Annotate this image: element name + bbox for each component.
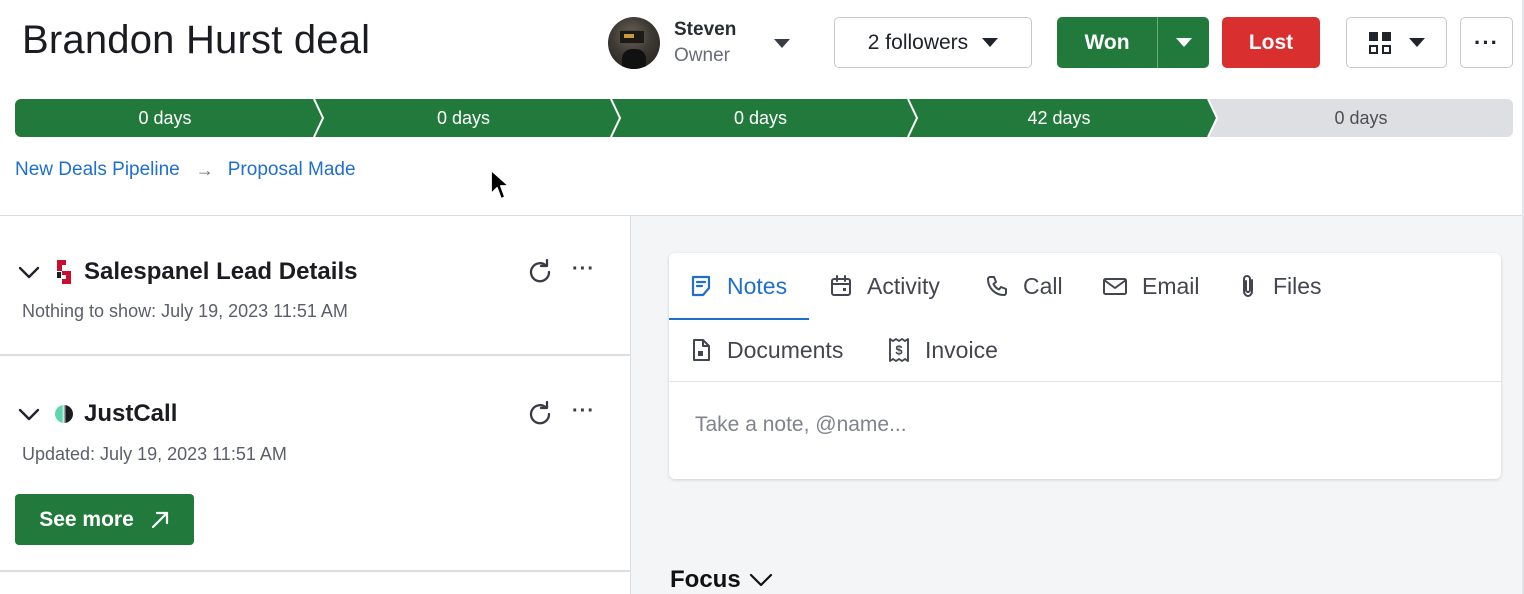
sidebar-panel: Salespanel Lead Details Nothing to show:… [0, 216, 630, 594]
section-more-button[interactable]: ··· [572, 258, 595, 281]
mouse-cursor-icon [490, 169, 510, 200]
won-button[interactable]: Won [1057, 31, 1157, 55]
pipeline-stages: 0 days 0 days 0 days 42 days 0 days [15, 99, 1513, 137]
tab-label: Notes [727, 272, 788, 299]
caret-down-icon [1408, 38, 1425, 47]
pipeline-stage-3[interactable]: 0 days [612, 99, 909, 137]
section-title: JustCall [84, 400, 178, 427]
breadcrumb-stage-link[interactable]: Proposal Made [228, 159, 356, 181]
tab-notes[interactable]: Notes [669, 253, 809, 320]
pipeline-stage-5[interactable]: 0 days [1209, 99, 1513, 137]
invoice-icon: $ [889, 338, 909, 362]
main-panel: Notes Activity Call Email Files Document… [630, 216, 1524, 594]
pipeline-stage-4[interactable]: 42 days [909, 99, 1209, 137]
chevron-down-icon [749, 573, 772, 587]
chevron-down-icon[interactable] [18, 261, 40, 283]
document-icon [693, 339, 710, 361]
see-more-label: See more [39, 507, 134, 531]
breadcrumb: New Deals Pipeline → Proposal Made [15, 159, 356, 181]
section-title: Salespanel Lead Details [84, 258, 358, 285]
caret-down-icon[interactable] [774, 38, 791, 48]
won-dropdown-button[interactable] [1158, 38, 1209, 47]
pipeline-stage-1[interactable]: 0 days [15, 99, 315, 137]
tab-activity[interactable]: Activity [829, 253, 940, 319]
refresh-icon[interactable] [526, 400, 554, 428]
tab-files[interactable]: Files [1237, 253, 1322, 319]
tab-call[interactable]: Call [985, 253, 1063, 319]
view-switcher-button[interactable] [1346, 17, 1447, 68]
focus-toggle[interactable]: Focus [670, 566, 773, 594]
note-input[interactable] [695, 413, 1475, 437]
section-divider [0, 354, 630, 356]
stage-separator-icon [1205, 99, 1219, 137]
composer-divider [669, 381, 1501, 382]
tab-label: Call [1023, 272, 1063, 299]
stage-separator-icon [311, 99, 325, 137]
breadcrumb-pipeline-link[interactable]: New Deals Pipeline [15, 159, 180, 181]
owner-name: Steven [674, 19, 737, 41]
owner-role: Owner [674, 45, 730, 66]
tab-label: Activity [867, 272, 940, 299]
notes-icon [691, 275, 711, 297]
salespanel-logo-icon [57, 260, 71, 284]
section-more-button[interactable]: ··· [572, 400, 595, 423]
arrow-right-icon: → [195, 159, 214, 180]
stage-separator-icon [905, 99, 919, 137]
tab-email[interactable]: Email [1102, 253, 1200, 319]
pipeline-stage-2[interactable]: 0 days [315, 99, 612, 137]
calendar-icon [831, 275, 851, 296]
focus-label: Focus [670, 566, 741, 593]
svg-text:$: $ [895, 343, 903, 358]
tab-label: Email [1142, 272, 1200, 299]
followers-button[interactable]: 2 followers [834, 17, 1032, 68]
mail-icon [1103, 278, 1127, 295]
composer-card: Notes Activity Call Email Files Document… [669, 253, 1501, 479]
see-more-button[interactable]: See more [15, 494, 194, 545]
phone-icon [987, 276, 1007, 296]
chevron-down-icon[interactable] [18, 403, 40, 425]
won-button-group[interactable]: Won [1057, 17, 1209, 68]
section-subtitle: Nothing to show: July 19, 2023 11:51 AM [22, 301, 348, 321]
section-divider [0, 570, 630, 572]
justcall-logo-icon [55, 405, 73, 423]
tab-documents[interactable]: Documents [689, 317, 843, 383]
owner-selector[interactable]: Steven Owner [608, 17, 791, 69]
deal-title[interactable]: Brandon Hurst deal [22, 18, 370, 63]
owner-avatar [608, 17, 660, 69]
caret-down-icon [1175, 38, 1192, 47]
external-link-arrow-icon [151, 511, 168, 528]
paperclip-icon [1243, 274, 1253, 298]
stage-separator-icon [608, 99, 622, 137]
tab-label: Invoice [925, 336, 998, 363]
lost-button[interactable]: Lost [1222, 17, 1320, 68]
followers-label: 2 followers [867, 30, 969, 54]
caret-down-icon [982, 38, 999, 47]
tab-label: Files [1273, 272, 1322, 299]
owner-info: Steven Owner [674, 17, 736, 68]
section-subtitle: Updated: July 19, 2023 11:51 AM [22, 444, 287, 464]
tab-invoice[interactable]: $ Invoice [887, 317, 998, 383]
salespanel-section-header[interactable]: Salespanel Lead Details [18, 258, 357, 286]
grid-layout-icon [1368, 31, 1391, 54]
more-actions-button[interactable]: ··· [1460, 17, 1513, 68]
refresh-icon[interactable] [526, 258, 554, 286]
tab-label: Documents [727, 336, 844, 363]
justcall-section-header[interactable]: JustCall [18, 400, 177, 428]
